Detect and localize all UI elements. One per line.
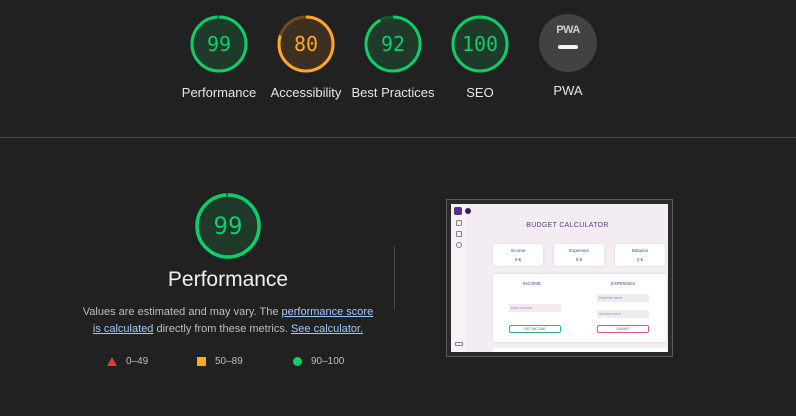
app-sidebar [451,204,467,352]
gauge-label: Performance [181,85,257,100]
gauge-best-practices[interactable]: 92 Best Practices [348,14,438,102]
settings-icon [456,242,462,248]
square-icon [197,356,206,366]
score-value: 92 [381,32,405,56]
balance-card: Balance 0 € [615,244,665,266]
pwa-badge-icon: PWA [539,14,597,72]
desc-middle: directly from these metrics. [153,323,291,335]
summary-title: Performance [167,268,289,291]
score-ring: 92 [364,15,422,73]
gauge-performance[interactable]: 99 Performance [174,14,264,102]
card-value: 0 € [575,257,583,262]
submit-button: SUBMIT [597,325,649,333]
app-logo-icon [454,207,462,215]
income-card: Income 0 € [493,244,543,266]
expenses-heading: EXPENSES [611,281,636,286]
summary-description: Values are estimated and may vary. The p… [80,304,376,338]
gauge-label: Accessibility [270,85,342,100]
circle-icon [293,356,302,366]
calendar-icon [456,231,462,237]
pwa-badge-text: PWA [556,24,580,36]
legend-pass: 90–100 [293,354,344,368]
menu-icon [456,220,462,226]
dash-icon [558,45,578,49]
expense-name-input: Expense name [597,294,649,302]
calculator-link[interactable]: See calculator. [291,323,363,335]
expenses-card: Expenses 0 € [554,244,604,266]
amount-input: Amount spent [597,310,649,318]
gauge-accessibility[interactable]: 80 Accessibility [261,14,351,102]
legend-label: 90–100 [311,355,345,367]
final-screenshot[interactable]: BUDGET CALCULATOR Income 0 € Expenses 0 … [446,199,673,357]
card-title: Income [510,248,526,253]
category-gauges: 99 Performance 80 Accessibility 92 Best … [0,14,796,124]
legend-label: 0–49 [126,355,149,367]
card-title: Balance [631,248,649,253]
avatar [465,208,471,214]
income-input: Enter income [509,304,561,312]
desc-prefix: Values are estimated and may vary. The [82,306,282,318]
legend-average: 50–89 [197,354,243,368]
score-value: 100 [462,32,498,56]
triangle-icon [107,356,117,366]
section-divider [0,137,796,138]
card-value: 0 € [514,257,522,262]
vertical-separator [394,246,395,310]
score-ring: 100 [451,15,509,73]
card-title: Expenses [569,248,589,253]
screenshot-image: BUDGET CALCULATOR Income 0 € Expenses 0 … [451,204,668,352]
gauge-label: Best Practices [351,85,435,100]
entry-panel: INCOME EXPENSES Enter income Expense nam… [493,274,667,342]
summary-score-ring: 99 [195,193,261,259]
legend-fail: 0–49 [107,354,148,368]
score-value: 99 [207,32,231,56]
gauge-label: SEO [466,85,494,100]
score-legend: 0–49 50–89 90–100 [104,354,364,368]
gauge-pwa[interactable]: PWA PWA [523,14,613,100]
card-value: 0 € [636,257,644,262]
legend-label: 50–89 [215,355,243,367]
set-income-button: SET INCOME [509,325,561,333]
app-title: BUDGET CALCULATOR [526,222,609,229]
score-ring: 80 [277,15,335,73]
toggle-icon [455,342,463,346]
score-ring: 99 [190,15,248,73]
performance-summary: 99 Performance Values are estimated and … [80,192,376,338]
summary-score-value: 99 [214,212,243,240]
income-heading: INCOME [523,281,541,286]
gauge-label: PWA [553,83,583,98]
gauge-seo[interactable]: 100 SEO [435,14,525,102]
bottom-card [493,348,667,352]
score-value: 80 [294,32,318,56]
